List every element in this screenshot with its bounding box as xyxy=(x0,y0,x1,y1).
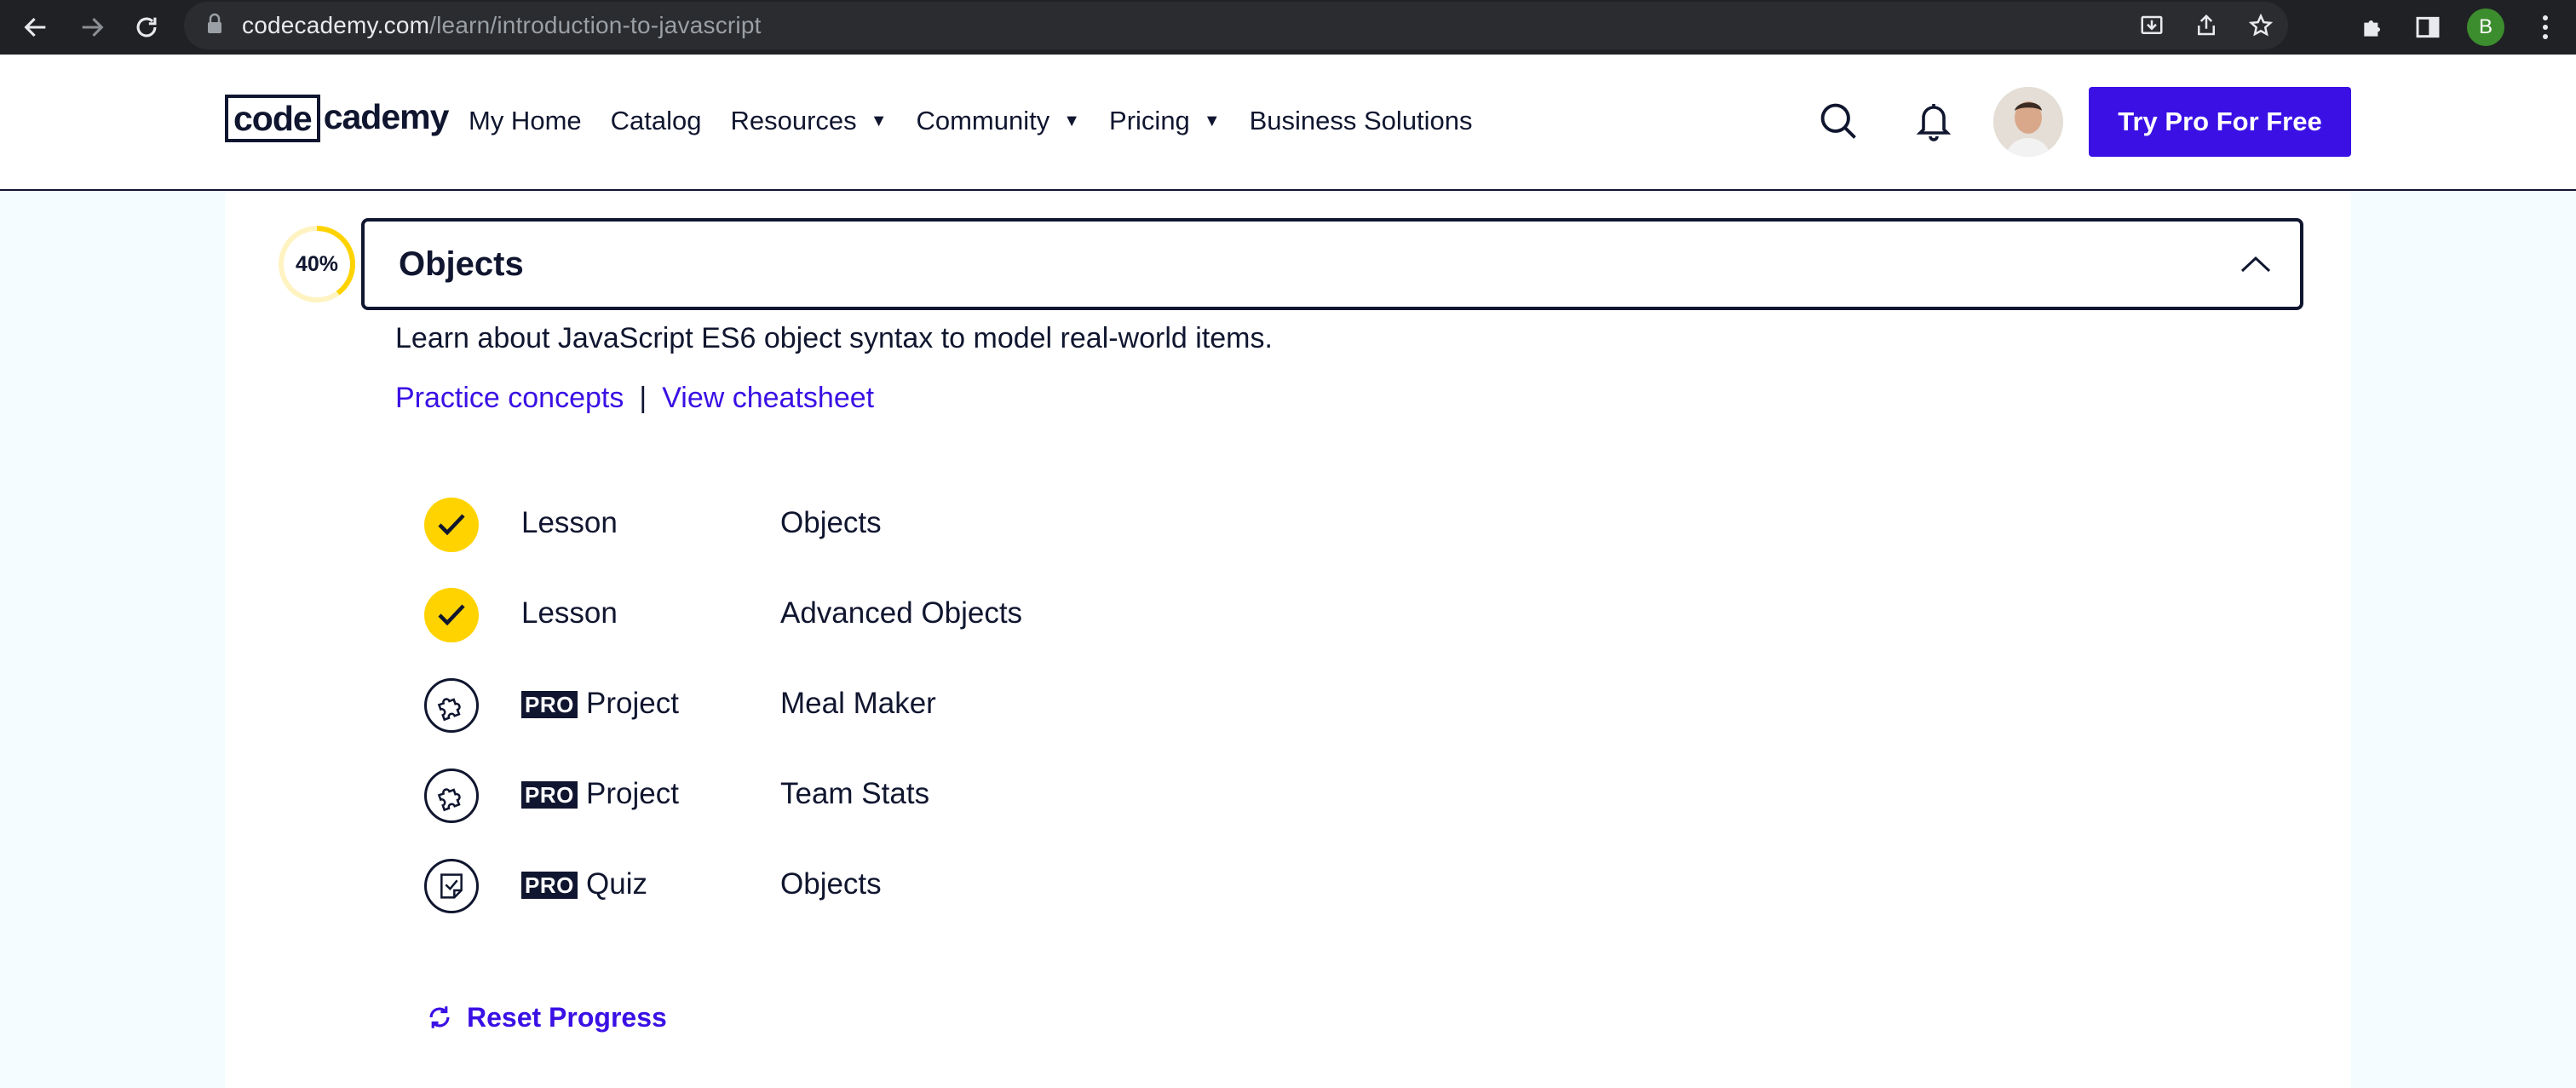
nav-label: Pricing xyxy=(1109,106,1190,135)
nav-resources[interactable]: Resources ▼ xyxy=(731,106,888,136)
main-nav: My Home Catalog Resources ▼ Community ▼ Pr… xyxy=(469,97,1502,145)
address-bar[interactable]: codecademy.com/learn/introduction-to-jav… xyxy=(184,2,2288,49)
arrow-left-icon xyxy=(24,17,46,37)
pro-badge: PRO xyxy=(521,872,578,899)
reload-icon xyxy=(136,17,157,37)
reset-progress-button[interactable]: Reset Progress xyxy=(423,1000,667,1034)
row-kind: Quiz xyxy=(586,867,647,901)
logo-cademy: cademy xyxy=(323,97,450,136)
side-panel-icon[interactable] xyxy=(2407,7,2448,48)
row-kind: Lesson xyxy=(521,506,618,539)
progress-percent: 40% xyxy=(295,251,339,276)
site-header: code cademy My Home Catalog Resources ▼ Co… xyxy=(0,55,2576,191)
more-vert-icon[interactable] xyxy=(2525,7,2566,48)
logo-code: code xyxy=(225,95,320,142)
nav-business-solutions[interactable]: Business Solutions xyxy=(1250,106,1473,136)
practice-concepts-link[interactable]: Practice concepts xyxy=(395,382,624,415)
content-row[interactable]: Lesson Advanced Objects xyxy=(423,584,1530,646)
star-icon[interactable] xyxy=(2234,2,2288,49)
codecademy-logo[interactable]: code cademy xyxy=(225,95,450,142)
row-kind: Project xyxy=(586,687,679,720)
module-progress-ring: 40% xyxy=(276,223,358,305)
module-accordion-header[interactable]: Objects xyxy=(361,218,2303,310)
reload-button[interactable] xyxy=(126,7,167,48)
module-title: Objects xyxy=(399,245,524,283)
nav-my-home[interactable]: My Home xyxy=(469,106,582,136)
row-name: Advanced Objects xyxy=(780,596,1023,630)
url-text: codecademy.com/learn/introduction-to-jav… xyxy=(242,12,762,39)
content-row[interactable]: PRO Project Meal Maker xyxy=(423,675,1530,736)
nav-pricing[interactable]: Pricing ▼ xyxy=(1109,106,1221,136)
puzzle-icon xyxy=(424,678,479,733)
nav-catalog[interactable]: Catalog xyxy=(611,106,702,136)
reset-progress-label: Reset Progress xyxy=(467,1001,667,1033)
pro-badge: PRO xyxy=(521,781,578,809)
user-avatar[interactable] xyxy=(1993,87,2063,157)
browser-toolbar: codecademy.com/learn/introduction-to-jav… xyxy=(0,0,2576,55)
puzzle-icon xyxy=(424,769,479,823)
row-name: Objects xyxy=(780,506,882,539)
bell-icon[interactable] xyxy=(1906,94,1961,148)
chevron-up-icon[interactable] xyxy=(2235,244,2276,285)
check-icon xyxy=(424,588,479,642)
forward-button[interactable] xyxy=(72,7,112,48)
row-name: Objects xyxy=(780,867,882,901)
nav-label: My Home xyxy=(469,106,582,135)
nav-label: Business Solutions xyxy=(1249,106,1473,135)
lock-icon xyxy=(206,13,223,39)
content-row[interactable]: PRO Quiz Objects xyxy=(423,855,1530,917)
arrow-right-icon xyxy=(82,17,104,37)
pro-badge: PRO xyxy=(521,691,578,718)
caret-down-icon: ▼ xyxy=(870,111,888,130)
row-kind: Project xyxy=(586,777,679,810)
content-row[interactable]: PRO Project Team Stats xyxy=(423,765,1530,826)
try-pro-button[interactable]: Try Pro For Free xyxy=(2089,87,2351,157)
row-kind: Lesson xyxy=(521,596,618,630)
back-button[interactable] xyxy=(15,7,56,48)
row-name: Meal Maker xyxy=(780,687,936,720)
nav-label: Catalog xyxy=(610,106,702,135)
row-name: Team Stats xyxy=(780,777,930,810)
url-path: /learn/introduction-to-javascript xyxy=(429,12,762,38)
link-separator: | xyxy=(639,382,647,414)
nav-community[interactable]: Community ▼ xyxy=(916,106,1080,136)
caret-down-icon: ▼ xyxy=(1063,111,1081,130)
nav-label: Community xyxy=(916,106,1050,135)
view-cheatsheet-link[interactable]: View cheatsheet xyxy=(662,382,874,415)
module-links: Practice concepts | View cheatsheet xyxy=(395,382,874,415)
quiz-icon xyxy=(424,859,479,913)
nav-label: Resources xyxy=(730,106,857,135)
check-icon xyxy=(424,498,479,552)
module-description: Learn about JavaScript ES6 object syntax… xyxy=(395,322,1273,354)
install-icon[interactable] xyxy=(2125,2,2179,49)
content-row[interactable]: Lesson Objects xyxy=(423,494,1530,556)
refresh-icon xyxy=(423,1000,457,1034)
puzzle-extensions-icon[interactable] xyxy=(2353,7,2394,48)
url-domain: codecademy.com xyxy=(242,12,430,38)
caret-down-icon: ▼ xyxy=(1203,111,1221,130)
profile-avatar[interactable]: B xyxy=(2467,9,2504,46)
search-icon[interactable] xyxy=(1811,94,1866,148)
share-icon[interactable] xyxy=(2179,2,2234,49)
